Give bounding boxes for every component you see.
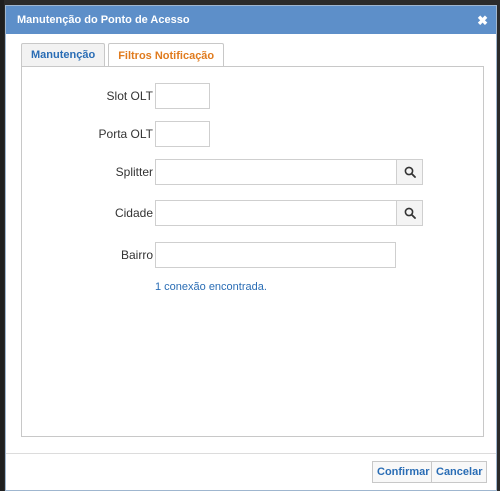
splitter-search-button[interactable] bbox=[396, 159, 423, 185]
slot-olt-row: Slot OLT bbox=[22, 83, 483, 109]
dialog-title: Manutenção do Ponto de Acesso bbox=[17, 14, 190, 26]
splitter-label: Splitter bbox=[115, 165, 153, 179]
tab-manutencao[interactable]: Manutenção bbox=[21, 43, 106, 66]
bairro-input[interactable] bbox=[155, 242, 396, 268]
cidade-label: Cidade bbox=[114, 206, 153, 220]
cancel-button[interactable]: Cancelar bbox=[431, 461, 488, 483]
filters-panel: Slot OLT Porta OLT Splitter Cidade Bairr… bbox=[21, 66, 484, 437]
splitter-input[interactable] bbox=[155, 159, 396, 185]
background-edge bbox=[0, 0, 4, 491]
footer-divider bbox=[6, 453, 496, 454]
cidade-input[interactable] bbox=[155, 200, 396, 226]
splitter-row: Splitter bbox=[22, 159, 483, 185]
porta-olt-label: Porta OLT bbox=[98, 127, 153, 141]
dialog-titlebar[interactable]: Manutenção do Ponto de Acesso ✖ bbox=[6, 6, 496, 34]
cidade-search-button[interactable] bbox=[396, 200, 423, 226]
slot-olt-input[interactable] bbox=[155, 83, 210, 109]
access-point-dialog: Manutenção do Ponto de Acesso ✖ Manutenç… bbox=[5, 5, 497, 491]
result-count-text: 1 conexão encontrada. bbox=[155, 281, 267, 293]
bairro-row: Bairro bbox=[22, 242, 483, 268]
porta-olt-input[interactable] bbox=[155, 121, 210, 147]
search-icon bbox=[404, 166, 416, 178]
porta-olt-row: Porta OLT bbox=[22, 121, 483, 147]
search-icon bbox=[404, 207, 416, 219]
bairro-label: Bairro bbox=[120, 248, 153, 262]
slot-olt-label: Slot OLT bbox=[106, 89, 153, 103]
tab-bar: Manutenção Filtros Notificação bbox=[21, 43, 227, 67]
cidade-row: Cidade bbox=[22, 200, 483, 226]
close-icon[interactable]: ✖ bbox=[477, 14, 488, 27]
confirm-button[interactable]: Confirmar bbox=[372, 461, 435, 483]
tab-filtros-notificacao[interactable]: Filtros Notificação bbox=[108, 43, 225, 67]
